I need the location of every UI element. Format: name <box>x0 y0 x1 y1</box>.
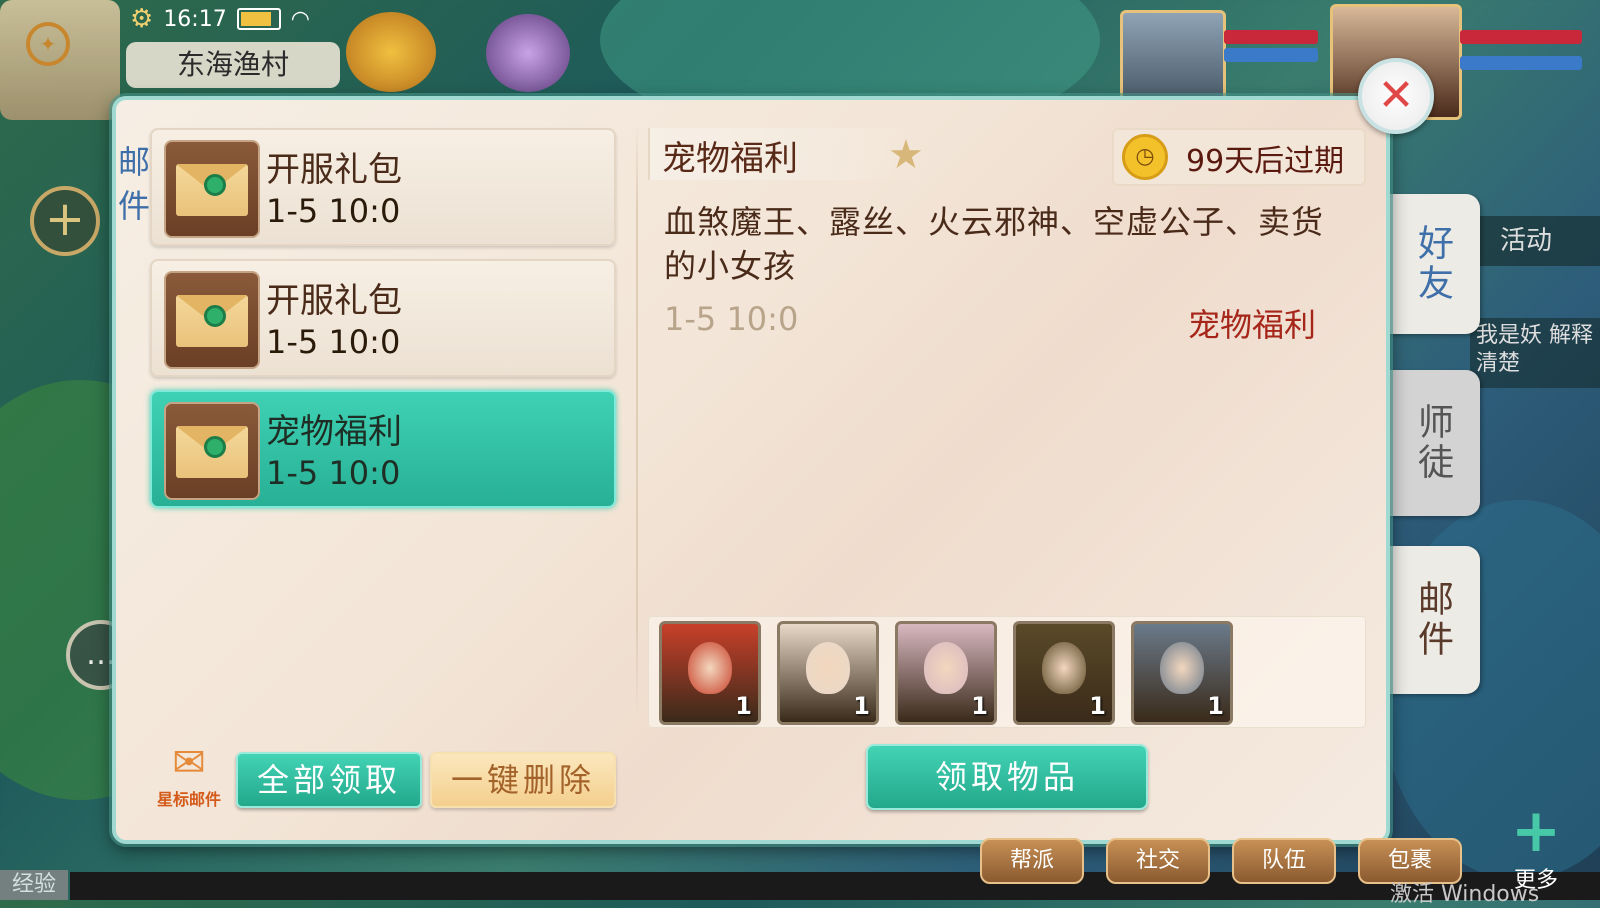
tab-mail[interactable]: 邮件 <box>1384 546 1480 694</box>
mail-list-item[interactable]: 开服礼包 1-5 10:0 <box>150 128 616 246</box>
guild-button[interactable]: 帮派 <box>980 838 1084 884</box>
pet-portrait-icon <box>924 642 968 694</box>
envelope-icon <box>164 140 260 238</box>
location-name: 东海渔村 <box>126 42 340 88</box>
star-icon[interactable]: ★ <box>888 132 924 178</box>
mail-date: 1-5 10:0 <box>266 323 401 361</box>
exp-label: 经验 <box>0 870 68 900</box>
chat-preview: 我是妖 解释清楚 <box>1470 318 1600 388</box>
reward-count: 1 <box>1207 692 1224 720</box>
detail-date: 1-5 10:0 <box>664 300 799 338</box>
compass-icon: ✦ <box>26 22 70 66</box>
pet-portrait-icon <box>806 642 850 694</box>
minimap-button[interactable]: ✦ <box>0 0 120 120</box>
pet-portrait-icon <box>1160 642 1204 694</box>
star-mail-button[interactable]: ✉ 星标邮件 <box>150 740 228 820</box>
reward-item[interactable]: 1 <box>659 621 761 725</box>
social-button[interactable]: 社交 <box>1106 838 1210 884</box>
star-envelope-icon: ✉ <box>172 740 206 786</box>
mail-date: 1-5 10:0 <box>266 192 401 230</box>
reward-count: 1 <box>971 692 988 720</box>
reward-count: 1 <box>1089 692 1106 720</box>
activity-label[interactable]: 活动 <box>1460 216 1600 266</box>
pet-mp-bar <box>1224 48 1318 62</box>
plus-icon: + <box>1510 796 1562 866</box>
detail-body: 血煞魔王、露丝、火云邪神、空虚公子、卖货的小女孩 <box>664 203 1325 285</box>
pet-portrait-icon <box>688 642 732 694</box>
battery-icon <box>236 8 281 30</box>
envelope-icon <box>164 271 260 369</box>
mail-date: 1-5 10:0 <box>266 454 401 492</box>
gear-icon[interactable]: ⚙ <box>130 4 153 34</box>
player-mp-bar <box>1460 56 1582 70</box>
mail-title: 宠物福利 <box>266 412 402 452</box>
pet-portrait[interactable] <box>1120 10 1226 102</box>
expiry-text: 99天后过期 <box>1186 144 1345 179</box>
reward-row: 1 1 1 1 1 <box>648 616 1366 728</box>
reward-item[interactable]: 1 <box>895 621 997 725</box>
claim-items-button[interactable]: 领取物品 <box>866 744 1148 810</box>
add-icon[interactable]: + <box>30 186 100 256</box>
envelope-icon <box>164 402 260 500</box>
mail-list-item-selected[interactable]: 宠物福利 1-5 10:0 <box>150 390 616 508</box>
reward-count: 1 <box>853 692 870 720</box>
tab-friends[interactable]: 好友 <box>1384 194 1480 334</box>
close-icon[interactable]: ✕ <box>1358 58 1434 134</box>
tab-mentor[interactable]: 师徒 <box>1384 370 1480 516</box>
panel-divider <box>636 120 638 720</box>
reward-item[interactable]: 1 <box>1131 621 1233 725</box>
panel-tag: 邮件 <box>117 143 150 225</box>
mail-list-item[interactable]: 开服礼包 1-5 10:0 <box>150 259 616 377</box>
pet-portrait-icon <box>1042 642 1086 694</box>
player-hp-bar <box>1460 30 1582 44</box>
detail-sender: 宠物福利 <box>1188 306 1317 344</box>
claim-all-button[interactable]: 全部领取 <box>236 752 422 808</box>
status-bar: ⚙ 16:17 ◠ <box>130 4 310 34</box>
reward-item[interactable]: 1 <box>1013 621 1115 725</box>
crystal-orb-icon[interactable] <box>486 14 570 92</box>
wifi-icon: ◠ <box>290 6 310 32</box>
alarm-clock-icon: ◷ <box>1122 134 1168 180</box>
detail-title: 宠物福利 <box>662 139 798 179</box>
clock-time: 16:17 <box>163 6 227 32</box>
mail-title: 开服礼包 <box>266 150 402 190</box>
delete-all-button[interactable]: 一键删除 <box>430 752 616 808</box>
reward-count: 1 <box>735 692 752 720</box>
expiry-badge: ◷ 99天后过期 <box>1112 128 1366 186</box>
team-button[interactable]: 队伍 <box>1232 838 1336 884</box>
reward-item[interactable]: 1 <box>777 621 879 725</box>
windows-watermark: 激活 Windows <box>1390 882 1540 907</box>
mail-title: 开服礼包 <box>266 281 402 321</box>
treasure-chest-icon[interactable] <box>346 12 436 92</box>
star-mail-label: 星标邮件 <box>156 790 221 809</box>
pet-hp-bar <box>1224 30 1318 44</box>
